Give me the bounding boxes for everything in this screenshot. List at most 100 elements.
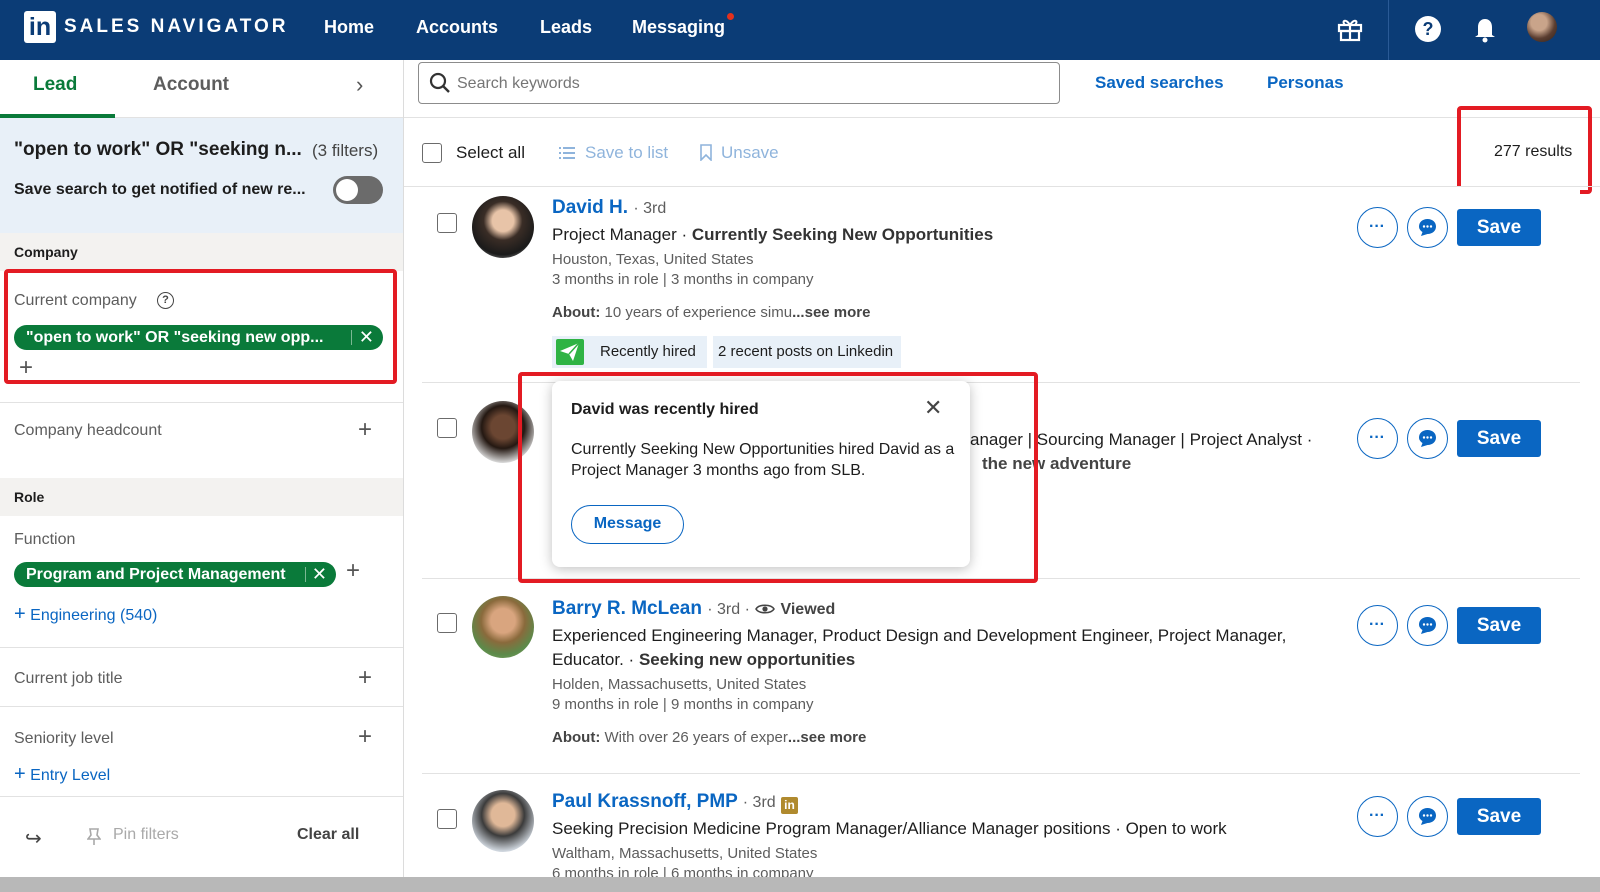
search-query-title[interactable]: "open to work" OR "seeking n... [14,139,302,161]
annotation-box-company [4,269,397,384]
more-options-button[interactable]: ··· [1357,207,1398,248]
svg-text:?: ? [1423,19,1434,39]
save-search-label: Save search to get notified of new re... [14,181,306,198]
seniority-level-label[interactable]: Seniority level [14,730,114,748]
lead-headline: Seeking Precision Medicine Program Manag… [552,817,1227,841]
about-text: 10 years of experience simu [604,304,793,321]
save-lead-button[interactable]: Save [1457,420,1541,457]
ellipsis-icon: ··· [1369,807,1385,824]
message-button[interactable] [1407,605,1448,646]
message-button[interactable] [1407,418,1448,459]
lead-name[interactable]: Paul Krassnoff, PMP · 3rd in [552,791,798,814]
connection-degree: · 3rd [633,200,667,217]
more-options-button[interactable]: ··· [1357,796,1398,837]
search-icon [429,72,450,93]
save-lead-button[interactable]: Save [1457,798,1541,835]
viewed-label: Viewed [780,601,836,618]
divider [0,402,403,403]
lead-photo[interactable] [472,790,534,852]
lead-checkbox[interactable] [437,613,457,633]
divider [0,647,403,648]
save-lead-button[interactable]: Save [1457,607,1541,644]
nav-divider [1388,0,1389,60]
lead-name-text[interactable]: Barry R. McLean [552,598,702,619]
gift-icon[interactable] [1335,14,1365,44]
lead-checkbox[interactable] [437,809,457,829]
more-options-button[interactable]: ··· [1357,418,1398,459]
lead-name-text[interactable]: David H. [552,197,628,218]
save-search-toggle[interactable] [333,176,383,204]
lead-title: Project Manager [552,225,677,244]
add-engineering-link[interactable]: + Engineering (540) [14,603,157,626]
personas-link[interactable]: Personas [1267,73,1344,93]
ellipsis-icon: ··· [1369,616,1385,633]
company-headcount-label[interactable]: Company headcount [14,422,162,440]
lead-photo[interactable] [472,596,534,658]
clear-all-button[interactable]: Clear all [297,826,359,844]
nav-home[interactable]: Home [324,17,374,38]
lead-about: About: With over 26 years of exper...see… [552,729,866,746]
lead-photo[interactable] [472,196,534,258]
lead-name[interactable]: Barry R. McLean · 3rd · Viewed [552,598,835,620]
save-lead-button[interactable]: Save [1457,209,1541,246]
recently-hired-tag[interactable]: Recently hired [552,336,707,368]
tab-account[interactable]: Account [153,74,229,96]
help-icon[interactable]: ? [1413,14,1443,44]
save-to-list-button[interactable]: Save to list [585,143,668,163]
search-bar [418,62,1060,104]
lead-about: About: 10 years of experience simu...see… [552,304,870,321]
nav-messaging[interactable]: Messaging [632,17,725,38]
add-entry-level-link[interactable]: + Entry Level [14,763,110,786]
lead-tenure: 9 months in role | 9 months in company [552,696,814,713]
list-icon [559,147,575,159]
about-label: About: [552,729,601,746]
add-job-title-icon[interactable]: + [358,664,372,692]
connection-degree: · 3rd · [707,601,750,618]
message-button[interactable] [1407,207,1448,248]
section-role: Role [0,478,403,516]
chevron-right-icon[interactable]: › [356,72,363,98]
remove-filter-icon[interactable]: ✕ [312,562,327,587]
add-function-icon[interactable]: + [346,557,360,585]
lead-name-text[interactable]: Paul Krassnoff, PMP [552,791,737,812]
see-more-link[interactable]: ...see more [792,304,870,321]
more-options-button[interactable]: ··· [1357,605,1398,646]
function-pill[interactable]: Program and Project Management ✕ [14,562,336,587]
see-more-link[interactable]: ...see more [788,729,866,746]
nav-accounts[interactable]: Accounts [416,17,498,38]
premium-badge-icon: in [780,797,798,814]
function-label[interactable]: Function [14,531,75,549]
unsave-button[interactable]: Unsave [721,143,779,163]
select-all-label[interactable]: Select all [456,143,525,163]
pin-icon [87,828,101,845]
top-nav: in SALES NAVIGATOR Home Accounts Leads M… [0,0,1600,60]
nav-leads[interactable]: Leads [540,17,592,38]
lead-card: David H. · 3rd Project Manager · Current… [422,187,1580,383]
add-headcount-icon[interactable]: + [358,416,372,444]
share-arrow-icon[interactable]: ↪ [25,826,42,851]
pin-filters-button[interactable]: Pin filters [113,826,179,844]
current-job-title-label[interactable]: Current job title [14,670,123,688]
lead-name[interactable]: David H. · 3rd [552,197,666,219]
brand-name[interactable]: SALES NAVIGATOR [64,16,288,38]
lead-account-tabs: Lead Account › [0,60,403,118]
lead-checkbox[interactable] [437,213,457,233]
lead-card: Barry R. McLean · 3rd · Viewed Experienc… [422,580,1580,774]
search-input[interactable] [457,72,1047,96]
recent-posts-tag[interactable]: 2 recent posts on Linkedin [713,336,901,368]
lead-checkbox[interactable] [437,418,457,438]
engineering-link-text: Engineering (540) [30,607,158,624]
message-button[interactable] [1407,796,1448,837]
lead-title: Educator. [552,650,624,669]
lead-location: Houston, Texas, United States [552,251,754,268]
tab-lead[interactable]: Lead [33,74,77,96]
add-seniority-icon[interactable]: + [358,723,372,751]
select-all-checkbox[interactable] [422,143,442,163]
linkedin-logo[interactable]: in [24,11,56,43]
function-pill-text: Program and Project Management [26,566,286,583]
saved-searches-link[interactable]: Saved searches [1095,73,1224,93]
bell-icon[interactable] [1470,14,1500,44]
lead-location: Waltham, Massachusetts, United States [552,845,818,862]
bookmark-icon [700,144,712,161]
profile-avatar[interactable] [1527,12,1557,42]
